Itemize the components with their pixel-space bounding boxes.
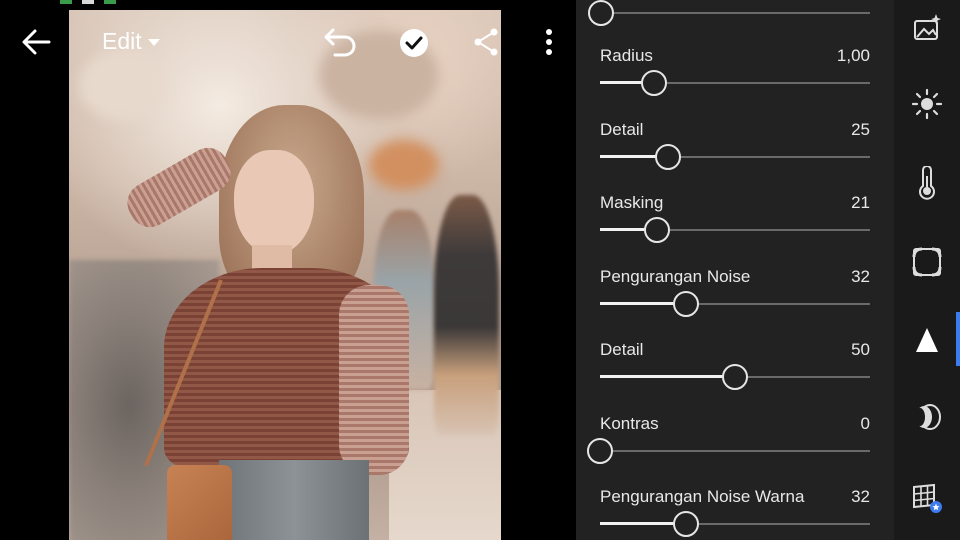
- slider-thumb[interactable]: [643, 217, 670, 243]
- slider-label: Pengurangan Noise: [600, 267, 751, 286]
- slider-color-noise-reduction[interactable]: Pengurangan Noise Warna 32: [600, 487, 870, 540]
- slider-value[interactable]: 1,00: [837, 46, 870, 66]
- slider-value[interactable]: 32: [851, 267, 870, 287]
- more-vertical-icon: [546, 29, 552, 55]
- background-bokeh: [369, 140, 439, 190]
- optics-lens-icon: [915, 404, 941, 430]
- share-icon: [474, 28, 498, 56]
- edited-photo[interactable]: [69, 10, 501, 540]
- slider-value[interactable]: 50: [851, 340, 870, 360]
- more-options-button[interactable]: [538, 26, 560, 58]
- auto-magic-icon: [914, 14, 941, 40]
- subject-bag: [167, 465, 232, 540]
- slider-thumb[interactable]: [587, 438, 613, 464]
- slider-detail[interactable]: Detail 25: [600, 120, 870, 180]
- active-tool-indicator: [956, 312, 960, 366]
- apply-button[interactable]: [398, 27, 430, 59]
- slider-label: Detail: [600, 120, 644, 139]
- slider-value[interactable]: 25: [851, 120, 870, 140]
- detail-tool-button[interactable]: [907, 320, 947, 360]
- slider-thumb[interactable]: [673, 511, 700, 537]
- auto-tool-button[interactable]: [907, 8, 947, 48]
- effects-vignette-icon: [912, 247, 942, 277]
- slider-thumb[interactable]: [588, 0, 614, 26]
- slider-fill: [600, 375, 735, 378]
- slider-radius[interactable]: Radius 1,00: [600, 46, 870, 106]
- checkmark-icon: [400, 29, 428, 57]
- background-person: [434, 195, 499, 435]
- slider-noise-reduction[interactable]: Pengurangan Noise 32: [600, 267, 870, 327]
- slider-contrast[interactable]: Kontras 0: [587, 414, 870, 474]
- effects-tool-button[interactable]: [907, 242, 947, 282]
- undo-icon: [324, 28, 356, 57]
- photo-canvas[interactable]: Edit: [0, 0, 576, 540]
- tool-rail: [894, 0, 960, 540]
- slider-thumb[interactable]: [673, 291, 700, 317]
- slider-label: Masking: [600, 193, 664, 212]
- slider-thumb[interactable]: [654, 144, 681, 170]
- edit-mode-dropdown[interactable]: Edit: [102, 28, 160, 55]
- slider-noise-detail[interactable]: Detail 50: [600, 340, 870, 400]
- share-button[interactable]: [470, 26, 502, 58]
- back-button[interactable]: [18, 26, 54, 58]
- slider-partial[interactable]: [588, 0, 870, 36]
- geometry-tool-button[interactable]: [907, 478, 947, 518]
- color-thermometer-icon: [919, 166, 935, 200]
- optics-tool-button[interactable]: [907, 397, 947, 437]
- slider-track: [600, 12, 870, 14]
- subject-arm: [339, 285, 409, 475]
- geometry-grid-icon: [913, 483, 942, 513]
- detail-panel: Radius 1,00 Detail 25 Masking 21 Pengura…: [576, 0, 894, 540]
- slider-thumb[interactable]: [641, 70, 667, 96]
- subject-jeans: [219, 460, 369, 540]
- back-arrow-icon: [22, 29, 51, 55]
- undo-button[interactable]: [322, 26, 360, 58]
- slider-label: Kontras: [600, 414, 659, 433]
- slider-track: [600, 450, 870, 452]
- slider-value[interactable]: 21: [851, 193, 870, 213]
- slider-label: Pengurangan Noise Warna: [600, 487, 805, 506]
- light-tool-button[interactable]: [907, 84, 947, 124]
- slider-value[interactable]: 0: [861, 414, 870, 434]
- detail-triangle-icon: [916, 328, 938, 352]
- edit-mode-label: Edit: [102, 28, 142, 54]
- slider-masking[interactable]: Masking 21: [600, 193, 870, 253]
- slider-label: Radius: [600, 46, 653, 65]
- subject-face: [234, 150, 314, 255]
- chevron-down-icon: [147, 39, 160, 46]
- light-icon: [911, 88, 943, 120]
- slider-thumb[interactable]: [722, 364, 748, 390]
- top-toolbar: Edit: [0, 0, 576, 84]
- slider-label: Detail: [600, 340, 644, 359]
- slider-value[interactable]: 32: [851, 487, 870, 507]
- color-tool-button[interactable]: [907, 163, 947, 203]
